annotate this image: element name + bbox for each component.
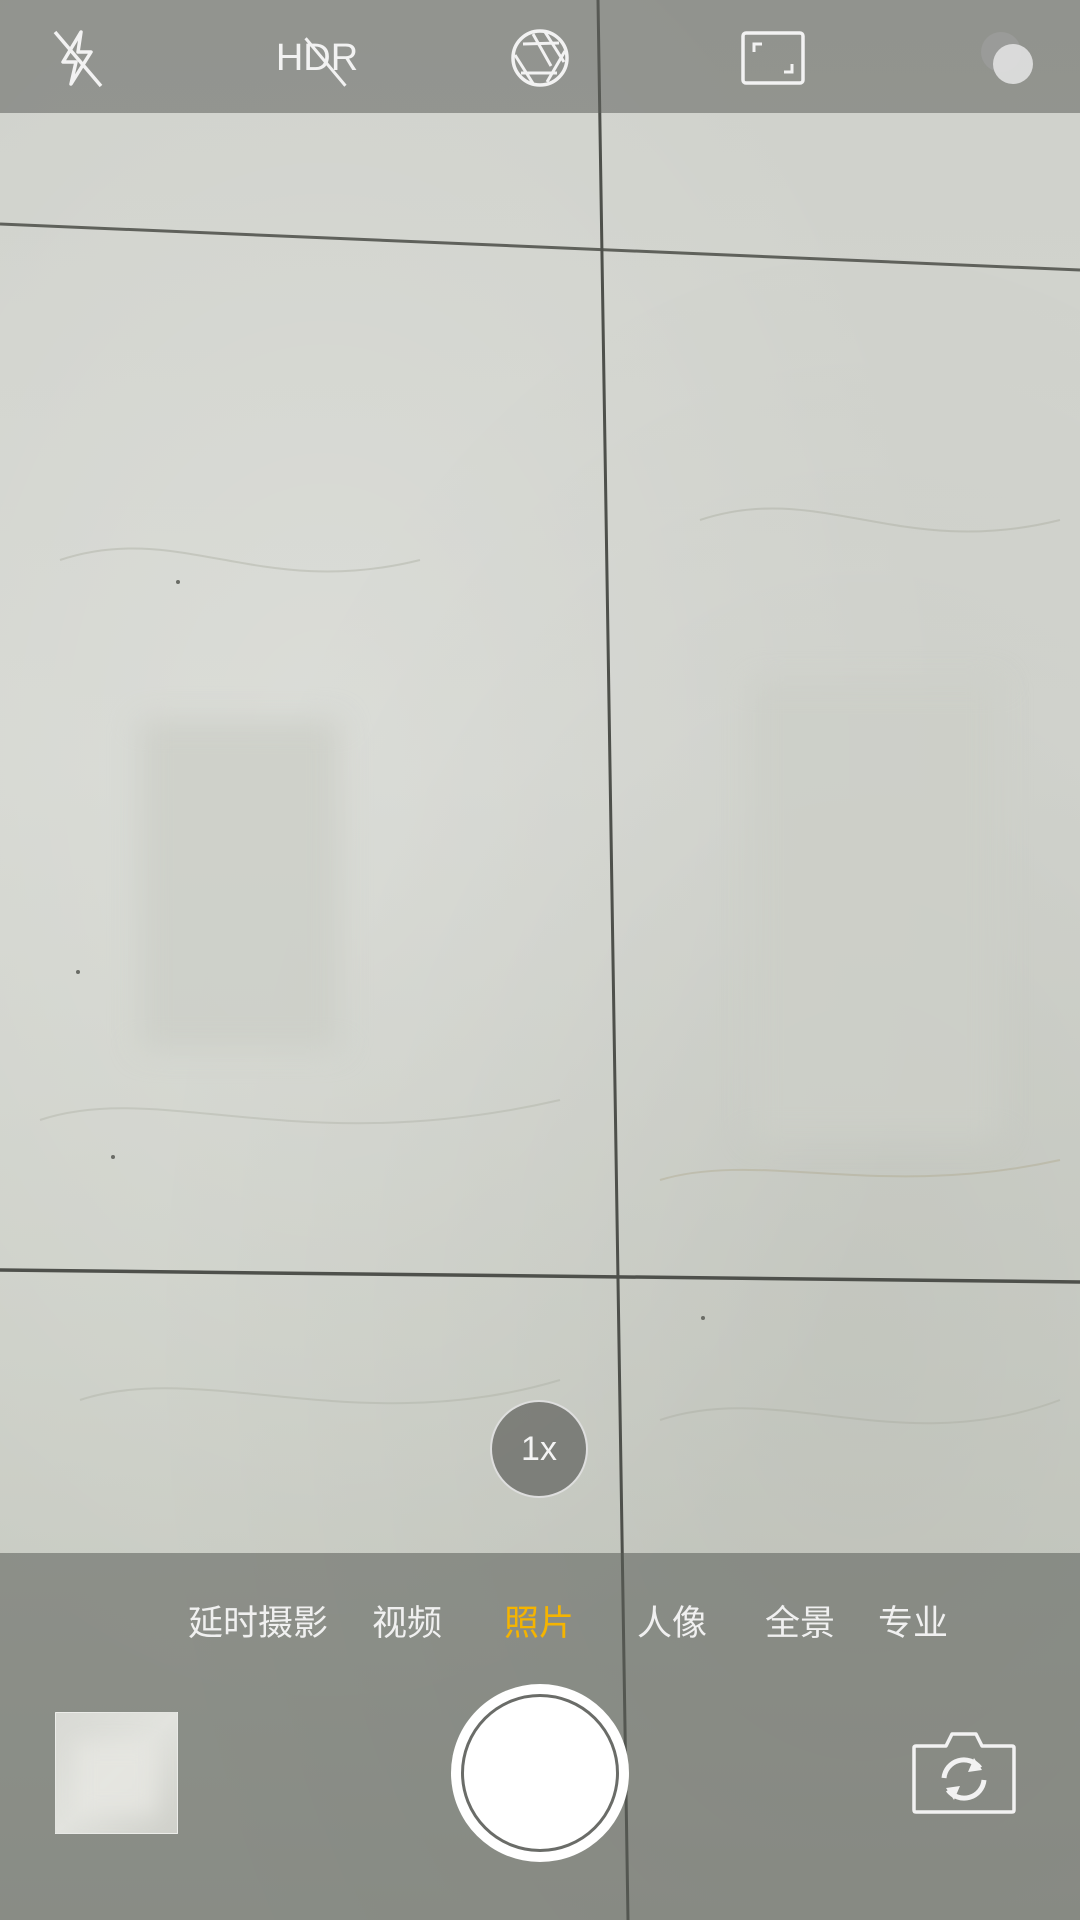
gallery-thumbnail[interactable] bbox=[55, 1712, 178, 1834]
aperture-icon bbox=[511, 29, 569, 87]
top-settings-bar: HDR bbox=[0, 0, 1080, 113]
mode-panorama[interactable]: 全景 bbox=[765, 1595, 835, 1646]
shutter-inner-ring bbox=[461, 1694, 619, 1852]
flash-toggle-button[interactable] bbox=[37, 18, 117, 98]
camera-mode-selector: 延时摄影 视频 照片 人像 全景 专业 bbox=[0, 1595, 1080, 1651]
filter-button[interactable] bbox=[967, 18, 1047, 98]
mode-pro[interactable]: 专业 bbox=[878, 1595, 948, 1646]
filter-circles-icon bbox=[981, 32, 1033, 84]
hdr-toggle-button[interactable]: HDR bbox=[257, 18, 377, 98]
aspect-ratio-icon bbox=[741, 31, 805, 85]
mode-timelapse[interactable]: 延时摄影 bbox=[188, 1595, 328, 1646]
hdr-label: HDR bbox=[275, 36, 359, 79]
hdr-off-icon: HDR bbox=[275, 36, 359, 87]
aperture-button[interactable] bbox=[500, 18, 580, 98]
zoom-label: 1x bbox=[521, 1429, 557, 1468]
mode-photo[interactable]: 照片 bbox=[504, 1595, 574, 1646]
mode-portrait[interactable]: 人像 bbox=[637, 1595, 707, 1646]
mode-video[interactable]: 视频 bbox=[372, 1595, 442, 1646]
camera-screen: HDR 1x 延时摄影 视频 照片 人像 全景 专业 bbox=[0, 0, 1080, 1920]
switch-camera-icon bbox=[912, 1732, 1016, 1814]
zoom-level-button[interactable]: 1x bbox=[490, 1400, 588, 1498]
flash-off-icon bbox=[53, 30, 103, 88]
aspect-ratio-button[interactable] bbox=[733, 18, 813, 98]
shutter-button[interactable] bbox=[451, 1684, 629, 1862]
switch-camera-button[interactable] bbox=[910, 1728, 1018, 1816]
